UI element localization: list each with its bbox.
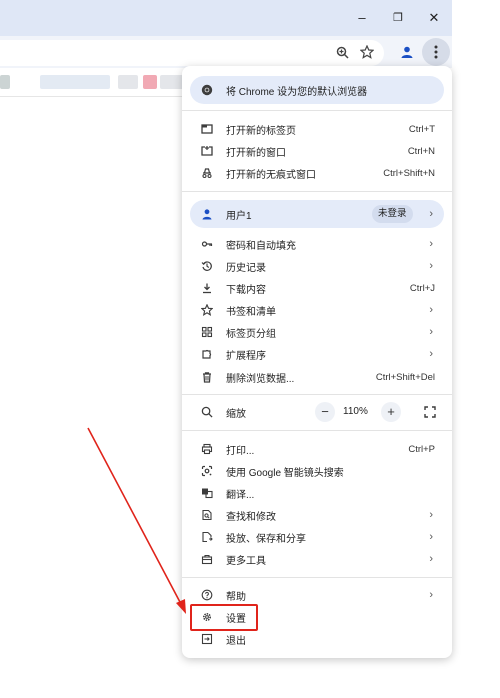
browser-window: – ❐ ✕ 将 Chrome 设为您的默认浏览器 打开新的标签页 Ctrl+T [0,0,500,698]
annotation-arrow [87,427,186,614]
